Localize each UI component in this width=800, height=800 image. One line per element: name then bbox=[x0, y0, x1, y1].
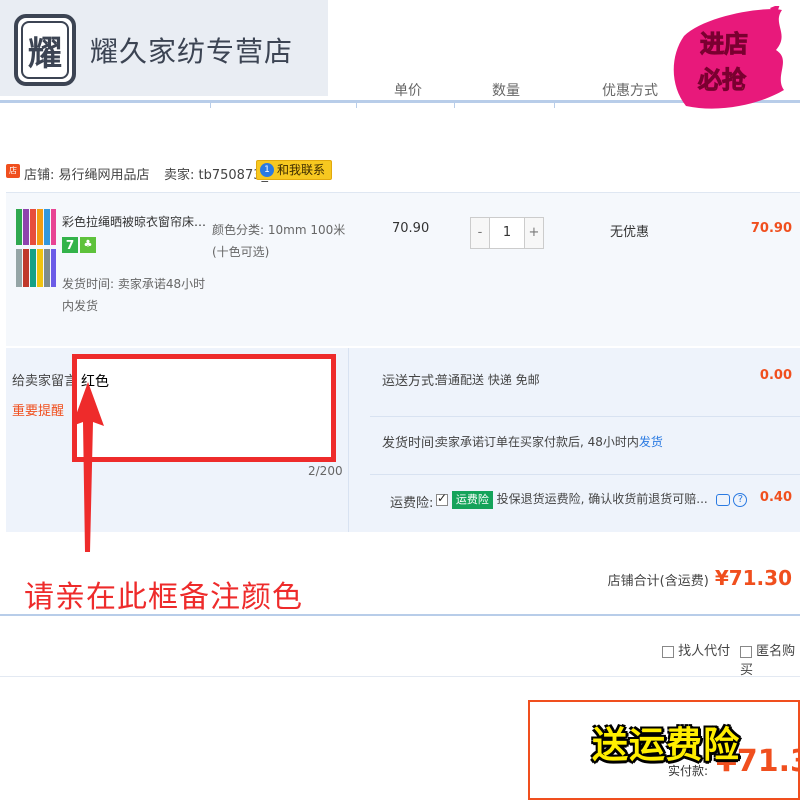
annotation-arrow-icon bbox=[72, 382, 104, 552]
column-separator bbox=[554, 100, 555, 108]
row-divider bbox=[370, 474, 800, 475]
anonymous-option[interactable]: 匿名购买 bbox=[740, 640, 800, 678]
contact-seller-button[interactable]: 1 和我联系 bbox=[256, 160, 333, 180]
insurance-text: 投保退货运费险, 确认收货前退货可赔... bbox=[496, 492, 708, 506]
shop-name-link[interactable]: 店铺: 易行绳网用品店 bbox=[24, 164, 150, 183]
insurance-badge: 运费险 bbox=[451, 490, 493, 509]
promo-sticker[interactable]: 进店 必抢 bbox=[664, 6, 794, 118]
proxy-pay-option[interactable]: 找人代付 bbox=[662, 640, 730, 659]
shop-row: 店 店铺: 易行绳网用品店 卖家: tb750873_99 1 和我联系 bbox=[0, 158, 800, 186]
product-title-link[interactable]: 彩色拉绳晒被晾衣窗帘床帘窗... bbox=[62, 213, 210, 231]
product-thumbnail[interactable] bbox=[14, 207, 58, 289]
line-total: 70.90 bbox=[750, 221, 792, 236]
store-total: 店铺合计(含运费) ¥71.30 bbox=[608, 566, 792, 590]
qty-decrease-button[interactable]: - bbox=[471, 218, 489, 248]
shipping-method-amount: 0.00 bbox=[759, 368, 792, 383]
insurance-amount: 0.40 bbox=[759, 490, 792, 505]
discount-value: 无优惠 bbox=[610, 225, 650, 240]
leaf-icon[interactable]: ♣ bbox=[80, 237, 96, 253]
ship-time-value: 卖家承诺订单在买家付款后, 48小时内发货 bbox=[436, 433, 663, 450]
chat-icon: 1 bbox=[260, 163, 274, 177]
shipping-method-label: 运送方式: bbox=[382, 374, 439, 389]
proxy-pay-label: 找人代付 bbox=[678, 644, 731, 659]
seven-day-return-icon[interactable]: 7 bbox=[62, 237, 78, 253]
column-quantity: 数量 bbox=[492, 83, 520, 99]
qty-input[interactable]: 1 bbox=[489, 218, 525, 248]
insurance-row: 运费险 投保退货运费险, 确认收货前退货可赔... ? bbox=[436, 490, 748, 509]
ship-time-label: 发货时间: bbox=[382, 436, 439, 451]
store-total-amount: ¥71.30 bbox=[714, 566, 792, 590]
unit-price: 70.90 bbox=[392, 221, 430, 236]
shop-icon: 店 bbox=[6, 164, 20, 178]
message-char-count: 2/200 bbox=[308, 464, 343, 478]
column-unit-price: 单价 bbox=[394, 83, 422, 99]
chat-icon[interactable] bbox=[715, 493, 730, 506]
row-divider bbox=[370, 416, 800, 417]
column-separator bbox=[356, 100, 357, 108]
promo-line2: 必抢 bbox=[698, 66, 747, 94]
column-separator bbox=[210, 100, 211, 108]
column-discount-method: 优惠方式 bbox=[602, 83, 658, 99]
store-banner[interactable]: 耀 耀久家纺专营店 bbox=[0, 0, 328, 96]
ship-time-text: 卖家承诺订单在买家付款后, 48小时内 bbox=[436, 435, 639, 449]
store-name[interactable]: 耀久家纺专营店 bbox=[90, 30, 293, 70]
important-notice-link[interactable]: 重要提醒 bbox=[12, 400, 64, 419]
help-icon[interactable]: ? bbox=[733, 492, 748, 507]
column-separator bbox=[454, 100, 455, 108]
store-total-label: 店铺合计(含运费) bbox=[607, 574, 709, 589]
promo-line1: 进店 bbox=[700, 30, 748, 58]
annotation-text: 请亲在此框备注颜色 bbox=[24, 580, 303, 615]
quantity-stepper: - 1 + bbox=[470, 217, 544, 249]
section-divider bbox=[0, 614, 800, 616]
section-divider bbox=[0, 676, 800, 677]
store-logo: 耀 bbox=[14, 14, 76, 86]
ship-time-note: 发货时间: 卖家承诺48小时内发货 bbox=[62, 277, 206, 313]
shipping-method-value[interactable]: 普通配送 快递 免邮 bbox=[436, 371, 540, 388]
service-badges: 7 ♣ bbox=[62, 237, 96, 253]
anonymous-checkbox[interactable] bbox=[740, 645, 752, 658]
qty-increase-button[interactable]: + bbox=[525, 218, 543, 248]
contact-seller-label: 和我联系 bbox=[277, 163, 326, 177]
proxy-pay-checkbox[interactable] bbox=[662, 645, 674, 658]
panel-divider bbox=[348, 348, 349, 532]
store-logo-char: 耀 bbox=[21, 21, 69, 79]
product-row: 彩色拉绳晒被晾衣窗帘床帘窗... 7♣ 发货时间: 卖家承诺48小时内发货 颜色… bbox=[6, 192, 800, 346]
insurance-checkbox[interactable] bbox=[436, 491, 448, 506]
sku-info: 颜色分类: 10mm 100米 (十色可选) bbox=[212, 223, 346, 259]
promo-stamp: 送运费险 bbox=[592, 725, 741, 766]
ship-time-link[interactable]: 发货 bbox=[639, 435, 663, 449]
seller-message-input[interactable]: 红色 bbox=[72, 354, 336, 462]
insurance-label: 运费险: bbox=[390, 496, 434, 511]
